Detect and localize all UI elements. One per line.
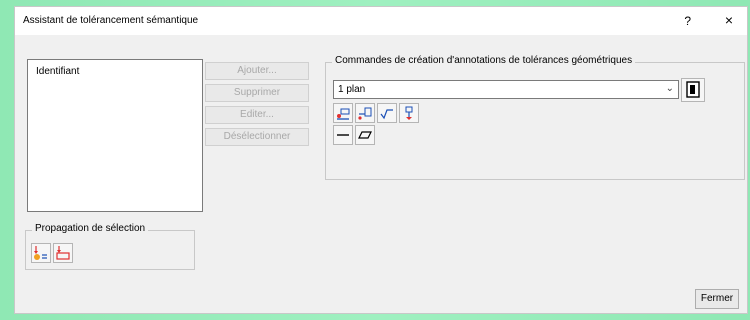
- deselect-button[interactable]: Désélectionner: [205, 128, 309, 146]
- chevron-down-icon: ⌄: [665, 83, 674, 94]
- propagate-point-icon: [34, 246, 47, 260]
- position-tolerance-button[interactable]: [333, 103, 353, 123]
- close-button[interactable]: Fermer: [695, 289, 739, 309]
- close-x-button[interactable]: ×: [725, 12, 733, 28]
- position-tolerance-icon: [337, 108, 350, 120]
- flatness-button[interactable]: [355, 125, 375, 145]
- datum-page-icon: [686, 81, 700, 98]
- profile-tolerance-button[interactable]: [355, 103, 375, 123]
- list-header-identifier: Identifiant: [36, 66, 80, 77]
- datum-type-select[interactable]: 1 plan ⌄: [333, 80, 679, 99]
- propagate-face-button[interactable]: [53, 243, 73, 263]
- flatness-icon: [358, 131, 372, 139]
- title-bar: Assistant de tolérancement sémantique ? …: [15, 7, 747, 35]
- straightness-button[interactable]: [333, 125, 353, 145]
- propagation-group-legend: Propagation de sélection: [32, 223, 149, 234]
- profile-tolerance-icon: [358, 107, 372, 120]
- propagate-face-icon: [56, 246, 70, 260]
- datum-type-value: 1 plan: [338, 84, 366, 95]
- delete-button[interactable]: Supprimer: [205, 84, 309, 102]
- edit-button[interactable]: Editer...: [205, 106, 309, 124]
- semantic-tolerancing-dialog: Assistant de tolérancement sémantique ? …: [14, 6, 748, 314]
- propagate-point-button[interactable]: [31, 243, 51, 263]
- perpendicularity-button[interactable]: [377, 103, 397, 123]
- add-button[interactable]: Ajouter...: [205, 62, 309, 80]
- datum-reference-button[interactable]: [681, 78, 705, 102]
- datum-target-button[interactable]: [399, 103, 419, 123]
- help-button[interactable]: ?: [684, 14, 691, 28]
- commands-group-legend: Commandes de création d'annotations de t…: [332, 55, 636, 66]
- straightness-icon: [337, 134, 349, 136]
- dialog-title: Assistant de tolérancement sémantique: [23, 15, 199, 26]
- identifier-list[interactable]: Identifiant: [27, 59, 203, 212]
- datum-target-icon: [405, 106, 413, 120]
- perpendicularity-icon: [380, 109, 393, 120]
